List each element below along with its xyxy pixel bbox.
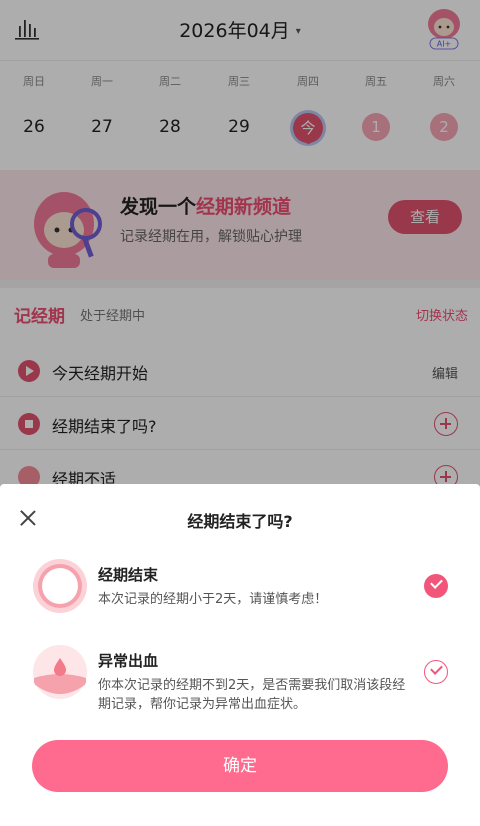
sheet-title: 经期结束了吗? bbox=[187, 512, 293, 531]
option-description: 你本次记录的经期不到2天，是否需要我们取消该段经期记录，帮你记录为异常出血症状。 bbox=[98, 678, 406, 712]
checked-icon[interactable] bbox=[424, 574, 448, 598]
option-abnormal-bleeding[interactable]: 异常出血 你本次记录的经期不到2天，是否需要我们取消该段经期记录，帮你记录为异常… bbox=[0, 644, 480, 724]
option-description: 本次记录的经期小于2天，请谨慎考虑！ bbox=[98, 592, 328, 607]
confirm-button[interactable]: 确定 bbox=[32, 740, 448, 792]
period-end-sheet: 经期结束了吗? 经期结束 本次记录的经期小于2天，请谨慎考虑！ 异常出血 你本次… bbox=[0, 484, 480, 826]
option-name: 经期结束 bbox=[98, 566, 159, 584]
blood-drop-icon bbox=[33, 645, 87, 699]
option-name: 异常出血 bbox=[98, 652, 159, 670]
unchecked-icon[interactable] bbox=[424, 660, 448, 684]
option-period-ended[interactable]: 经期结束 本次记录的经期小于2天，请谨慎考虑！ bbox=[0, 558, 480, 638]
period-end-icon bbox=[33, 559, 87, 613]
